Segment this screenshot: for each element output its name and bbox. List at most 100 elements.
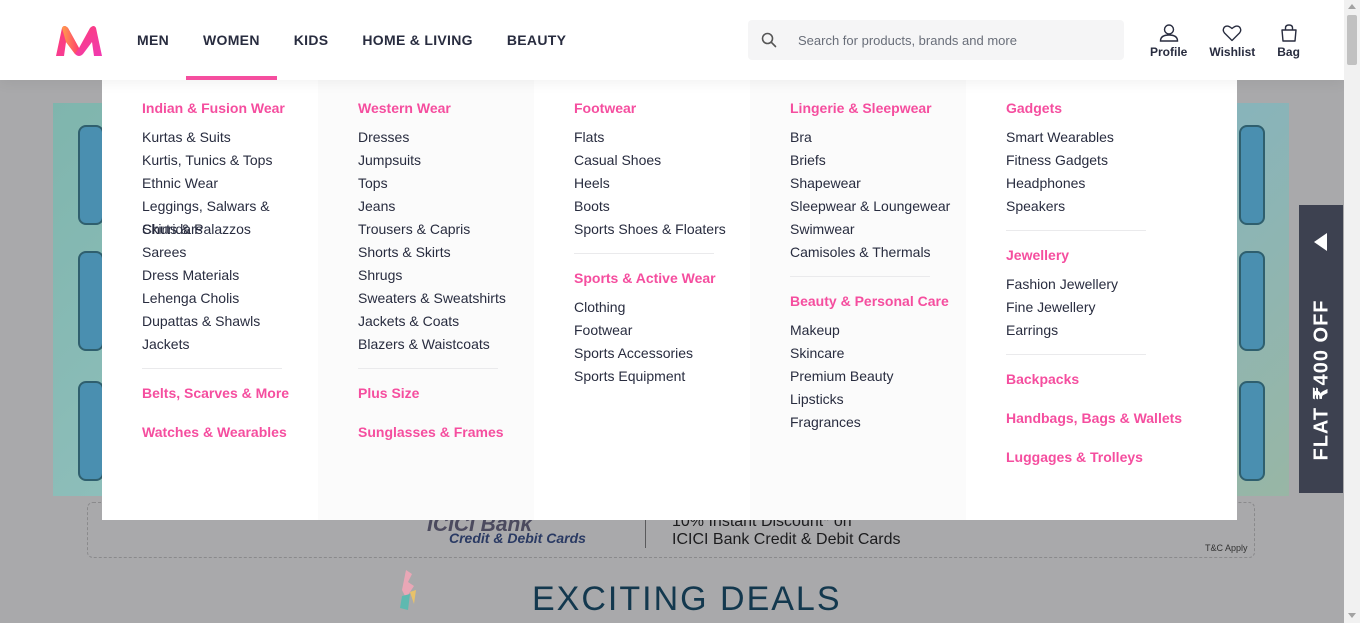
- menu-item[interactable]: Kurtas & Suits: [142, 126, 318, 149]
- menu-item[interactable]: Fashion Jewellery: [1006, 273, 1237, 296]
- menu-item[interactable]: Clothing: [574, 296, 750, 319]
- deals-decoration-icon: [400, 570, 416, 610]
- menu-item[interactable]: Premium Beauty: [790, 365, 966, 388]
- search-bar: [748, 20, 1124, 60]
- main-nav: MEN WOMEN KIDS HOME & LIVING BEAUTY: [120, 0, 583, 80]
- menu-item[interactable]: Fine Jewellery: [1006, 296, 1237, 319]
- nav-men[interactable]: MEN: [120, 0, 186, 80]
- menu-item[interactable]: Fragrances: [790, 411, 966, 434]
- menu-item[interactable]: Jumpsuits: [358, 149, 534, 172]
- menu-item[interactable]: Fitness Gadgets: [1006, 149, 1237, 172]
- banner-card: [1239, 251, 1265, 351]
- menu-item[interactable]: Casual Shoes: [574, 149, 750, 172]
- nav-women[interactable]: WOMEN: [186, 0, 277, 80]
- menu-item[interactable]: Jackets & Coats: [358, 310, 534, 333]
- wishlist-button[interactable]: Wishlist: [1209, 24, 1255, 59]
- menu-item[interactable]: Shrugs: [358, 264, 534, 287]
- scroll-up-arrow-icon[interactable]: [1348, 4, 1356, 9]
- menu-item[interactable]: Sports Accessories: [574, 342, 750, 365]
- menu-category[interactable]: Indian & Fusion Wear: [142, 100, 318, 116]
- menu-item[interactable]: Dress Materials: [142, 264, 318, 287]
- menu-item[interactable]: Lehenga Cholis: [142, 287, 318, 310]
- nav-beauty[interactable]: BEAUTY: [490, 0, 583, 80]
- menu-column-3: Footwear Flats Casual Shoes Heels Boots …: [534, 80, 750, 520]
- menu-category[interactable]: Beauty & Personal Care: [790, 293, 966, 309]
- offer-divider: [645, 520, 646, 548]
- flat-offer-text: FLAT ₹400 OFF: [1310, 299, 1333, 461]
- menu-item[interactable]: Sports Shoes & Floaters: [574, 218, 750, 241]
- menu-category[interactable]: Jewellery: [1006, 247, 1237, 263]
- menu-item[interactable]: Sarees: [142, 241, 318, 264]
- menu-item[interactable]: Boots: [574, 195, 750, 218]
- menu-category[interactable]: Gadgets: [1006, 100, 1237, 116]
- menu-divider: [1006, 230, 1146, 231]
- scroll-thumb[interactable]: [1347, 15, 1357, 65]
- menu-category[interactable]: Footwear: [574, 100, 750, 116]
- menu-item[interactable]: Sweaters & Sweatshirts: [358, 287, 534, 310]
- bag-button[interactable]: Bag: [1277, 24, 1300, 59]
- menu-item[interactable]: Lipsticks: [790, 388, 966, 411]
- terms-label: T&C Apply: [1205, 543, 1248, 553]
- menu-item[interactable]: Dupattas & Shawls: [142, 310, 318, 333]
- menu-item[interactable]: Shapewear: [790, 172, 966, 195]
- myntra-logo[interactable]: [54, 24, 104, 58]
- page-scrollbar[interactable]: [1344, 0, 1360, 623]
- bank-logo-subtitle: Credit & Debit Cards: [449, 530, 586, 546]
- menu-category[interactable]: Plus Size: [358, 385, 534, 401]
- menu-item[interactable]: Earrings: [1006, 319, 1237, 342]
- menu-category[interactable]: Watches & Wearables: [142, 424, 318, 440]
- menu-item[interactable]: Dresses: [358, 126, 534, 149]
- banner-card: [1239, 381, 1265, 481]
- menu-item[interactable]: Blazers & Waistcoats: [358, 333, 534, 356]
- menu-item[interactable]: Sleepwear & Loungewear: [790, 195, 966, 218]
- menu-item[interactable]: Ethnic Wear: [142, 172, 318, 195]
- menu-item[interactable]: Heels: [574, 172, 750, 195]
- menu-item[interactable]: Tops: [358, 172, 534, 195]
- site-header: MEN WOMEN KIDS HOME & LIVING BEAUTY Prof…: [0, 0, 1344, 80]
- menu-category[interactable]: Sports & Active Wear: [574, 270, 750, 286]
- menu-item[interactable]: Swimwear: [790, 218, 966, 241]
- scroll-down-arrow-icon[interactable]: [1348, 613, 1356, 618]
- menu-item[interactable]: Shorts & Skirts: [358, 241, 534, 264]
- menu-category[interactable]: Lingerie & Sleepwear: [790, 100, 966, 116]
- menu-column-4: Lingerie & Sleepwear Bra Briefs Shapewea…: [750, 80, 966, 520]
- menu-category[interactable]: Backpacks: [1006, 371, 1237, 387]
- menu-item[interactable]: Speakers: [1006, 195, 1237, 218]
- menu-item[interactable]: Trousers & Capris: [358, 218, 534, 241]
- menu-item[interactable]: Briefs: [790, 149, 966, 172]
- menu-item[interactable]: Sports Equipment: [574, 365, 750, 388]
- menu-category[interactable]: Luggages & Trolleys: [1006, 449, 1237, 465]
- menu-item[interactable]: Bra: [790, 126, 966, 149]
- menu-item[interactable]: Kurtis, Tunics & Tops: [142, 149, 318, 172]
- nav-home-living[interactable]: HOME & LIVING: [345, 0, 489, 80]
- menu-category[interactable]: Western Wear: [358, 100, 534, 116]
- menu-category[interactable]: Handbags, Bags & Wallets: [1006, 410, 1237, 426]
- nav-kids[interactable]: KIDS: [277, 0, 346, 80]
- profile-button[interactable]: Profile: [1150, 24, 1187, 59]
- menu-divider: [358, 368, 498, 369]
- menu-item[interactable]: Headphones: [1006, 172, 1237, 195]
- menu-item[interactable]: Jackets: [142, 333, 318, 356]
- menu-item[interactable]: Jeans: [358, 195, 534, 218]
- wishlist-label: Wishlist: [1209, 45, 1256, 59]
- banner-card: [78, 381, 104, 481]
- menu-category[interactable]: Sunglasses & Frames: [358, 424, 534, 440]
- menu-item[interactable]: Leggings, Salwars & Churidars: [142, 195, 318, 237]
- menu-item[interactable]: Smart Wearables: [1006, 126, 1237, 149]
- menu-item[interactable]: Makeup: [790, 319, 966, 342]
- search-icon[interactable]: [748, 20, 790, 60]
- profile-icon: [1159, 24, 1178, 42]
- expand-arrow-icon[interactable]: [1314, 233, 1327, 251]
- banner-card: [78, 251, 104, 351]
- bag-icon: [1280, 24, 1297, 42]
- menu-category[interactable]: Belts, Scarves & More: [142, 385, 318, 401]
- flat-offer-tab[interactable]: FLAT ₹400 OFF: [1299, 205, 1343, 493]
- menu-item[interactable]: Flats: [574, 126, 750, 149]
- menu-item[interactable]: Footwear: [574, 319, 750, 342]
- menu-item[interactable]: Skirts & Palazzos: [142, 218, 318, 241]
- deals-heading: EXCITING DEALS: [532, 580, 842, 618]
- heart-icon: [1222, 25, 1242, 42]
- menu-item[interactable]: Skincare: [790, 342, 966, 365]
- search-input[interactable]: [790, 32, 1124, 48]
- menu-item[interactable]: Camisoles & Thermals: [790, 241, 966, 264]
